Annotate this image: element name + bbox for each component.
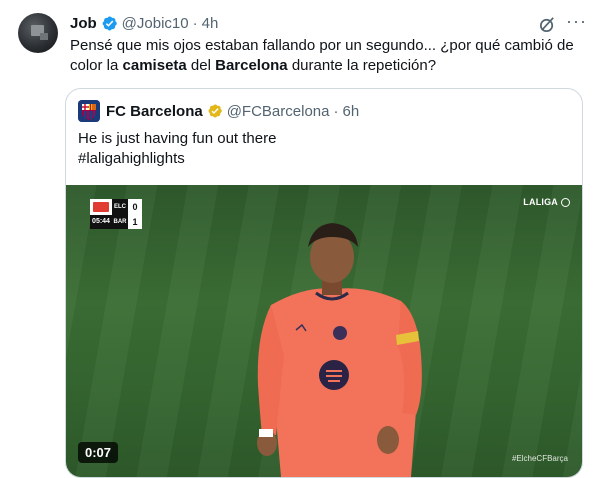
quoted-tweet[interactable]: FC Barcelona @FCBarcelona · 6h He is jus… — [65, 88, 583, 478]
author-name[interactable]: Job — [70, 15, 97, 32]
quoted-handle[interactable]: @FCBarcelona — [227, 103, 330, 120]
verified-badge-icon[interactable] — [101, 15, 118, 32]
author-handle[interactable]: @Jobic10 — [122, 15, 189, 32]
separator-dot: · — [333, 102, 339, 120]
fcb-crest-icon — [78, 100, 100, 122]
quoted-time[interactable]: 6h — [342, 103, 359, 120]
quoted-text-line: He is just having fun out there — [78, 130, 277, 147]
tweet-text-part: durante la repetición? — [287, 57, 437, 74]
tweet-text-bold: camiseta — [122, 57, 187, 74]
video-duration: 0:07 — [78, 442, 119, 463]
author-avatar[interactable] — [18, 13, 58, 53]
grok-icon[interactable] — [538, 15, 557, 34]
tweet-header: Job @Jobic10 · 4h — [70, 13, 218, 33]
tweet-text-bold: Barcelona — [215, 57, 288, 74]
player-image — [257, 223, 422, 477]
home-score: 0 — [132, 201, 138, 212]
away-team: BAR — [113, 218, 127, 225]
video-hashtag: #ElcheCFBarça — [511, 454, 568, 463]
home-team: ELC — [114, 203, 126, 210]
avatar-detail — [40, 33, 48, 40]
scoreboard-teams: ELC BAR — [112, 199, 128, 229]
broadcaster-logo: LALIGA — [523, 197, 570, 207]
away-score: 1 — [132, 216, 138, 227]
quoted-author-name[interactable]: FC Barcelona — [106, 103, 203, 120]
tweet-text-part: del — [186, 57, 216, 74]
tweet-text: Pensé que mis ojos estaban fallando por … — [70, 36, 582, 76]
video-player[interactable]: ELC BAR 0 1 05:44 LALIGA #ElcheCFBarça 0… — [66, 185, 582, 477]
match-clock: 05:44 — [90, 215, 112, 229]
broadcaster-label: LALIGA — [523, 197, 558, 207]
quoted-text: He is just having fun out there #laligah… — [78, 129, 568, 169]
more-icon[interactable]: ··· — [566, 11, 587, 31]
gold-verified-badge-icon[interactable] — [207, 103, 223, 119]
scoreboard-scores: 0 1 — [128, 199, 142, 229]
separator-dot: · — [192, 14, 198, 32]
tweet-time[interactable]: 4h — [202, 15, 219, 32]
laliga-circle-icon — [561, 197, 570, 207]
quoted-header: FC Barcelona @FCBarcelona · 6h — [106, 102, 359, 120]
quoted-hashtag[interactable]: #laligahighlights — [78, 149, 568, 169]
